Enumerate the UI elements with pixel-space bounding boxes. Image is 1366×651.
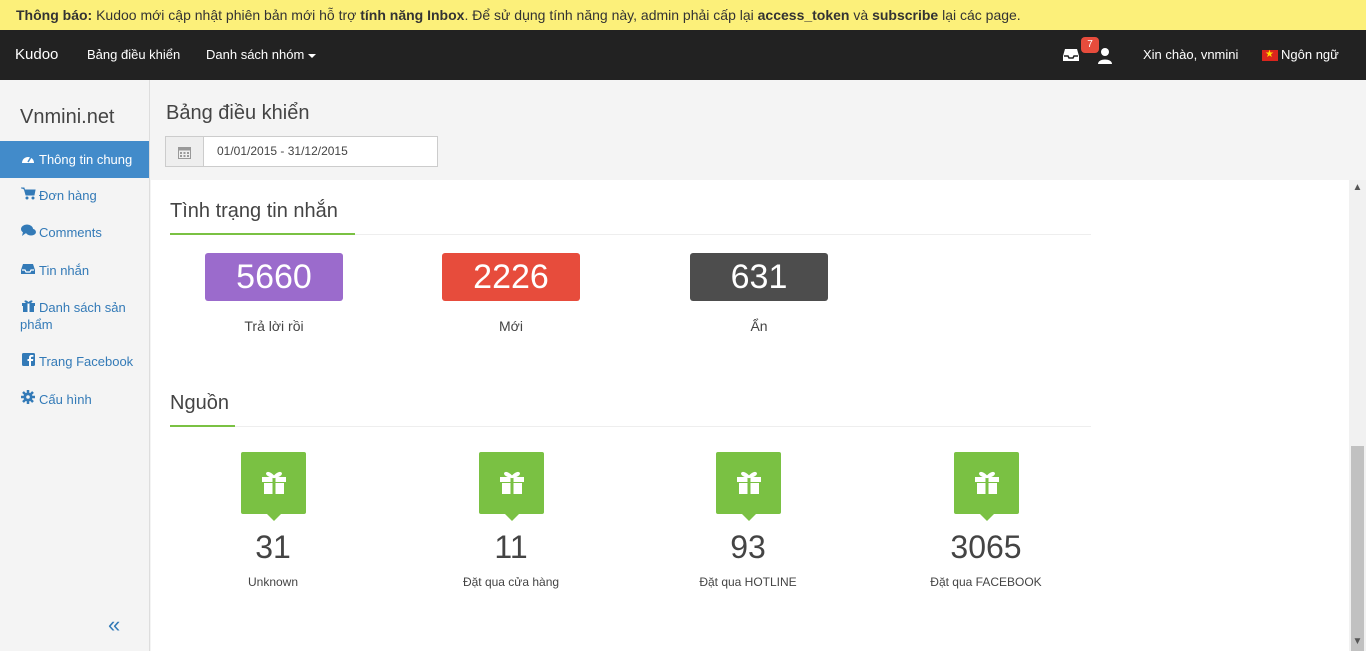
user-greeting[interactable]: Xin chào, vnmini xyxy=(1143,30,1238,80)
source-facebook-label: Đặt qua FACEBOOK xyxy=(930,575,1042,589)
stat-new-label: Mới xyxy=(499,318,523,334)
notice-text-2: . Để sử dụng tính năng này, admin phải c… xyxy=(464,7,758,23)
nav-groups-label: Danh sách nhóm xyxy=(206,47,305,62)
scroll-up-icon[interactable]: ▲ xyxy=(1349,182,1366,193)
notice-prefix: Thông báo: xyxy=(16,7,93,23)
source-hotline-label: Đặt qua HOTLINE xyxy=(699,575,797,589)
source-store-value: 11 xyxy=(494,529,528,565)
user-icon[interactable] xyxy=(1097,47,1113,65)
sidebar-item-products[interactable]: Danh sách sản phẩm xyxy=(0,299,149,333)
stat-replied-label: Trả lời rồi xyxy=(244,318,304,334)
inbox-icon[interactable] xyxy=(1062,47,1080,63)
notice-bar: Thông báo: Kudoo mới cập nhật phiên bản … xyxy=(0,0,1366,30)
gift-icon xyxy=(241,452,306,521)
right-gutter xyxy=(1349,80,1366,180)
stat-hidden-box: 631 xyxy=(690,253,828,301)
source-facebook-value: 3065 xyxy=(950,529,1022,565)
sidebar-item-label: Tin nhắn xyxy=(39,263,90,278)
nav-groups-dropdown[interactable]: Danh sách nhóm xyxy=(206,30,317,80)
sidebar-item-orders[interactable]: Đơn hàng xyxy=(0,187,149,204)
stat-new-box: 2226 xyxy=(442,253,580,301)
sidebar-item-overview[interactable]: Thông tin chung xyxy=(0,141,149,178)
sidebar-item-facebook[interactable]: Trang Facebook xyxy=(0,353,149,370)
nav-dashboard-link[interactable]: Bảng điều khiển xyxy=(87,30,180,80)
source-store-label: Đặt qua cửa hàng xyxy=(462,575,560,589)
section-underline xyxy=(170,233,355,235)
gift-icon xyxy=(479,452,544,521)
date-range-picker[interactable]: 01/01/2015 - 31/12/2015 xyxy=(165,136,438,167)
calendar-icon[interactable] xyxy=(166,137,204,166)
sidebar-item-messages[interactable]: Tin nhắn xyxy=(0,262,149,279)
sidebar: Vnmini.net Thông tin chung Đơn hàng Comm… xyxy=(0,80,150,651)
messages-section-title: Tình trạng tin nhắn xyxy=(170,200,338,222)
notice-text-4: lại các page. xyxy=(938,7,1021,23)
source-unknown-label: Unknown xyxy=(247,575,299,589)
notice-text-1: Kudoo mới cập nhật phiên bản mới hỗ trợ xyxy=(92,7,361,23)
notice-feature: tính năng Inbox xyxy=(360,7,465,23)
scrollbar-thumb[interactable] xyxy=(1351,446,1364,651)
vertical-scrollbar[interactable]: ▲ ▼ xyxy=(1349,180,1366,651)
content-panel: Tình trạng tin nhắn 5660 Trả lời rồi 222… xyxy=(151,180,1349,651)
language-menu[interactable]: Ngôn ngữ xyxy=(1262,30,1339,80)
sidebar-item-label: Comments xyxy=(39,225,102,240)
collapse-sidebar-icon[interactable]: « xyxy=(108,614,120,636)
notice-token: access_token xyxy=(757,7,850,23)
top-navbar: Kudoo Bảng điều khiển Danh sách nhóm Xin… xyxy=(0,30,1366,80)
notice-text-3: và xyxy=(849,7,873,23)
section-divider xyxy=(170,426,1091,427)
sources-section-title: Nguồn xyxy=(170,392,229,414)
source-unknown-value: 31 xyxy=(255,529,291,565)
brand-link[interactable]: Kudoo xyxy=(15,30,58,80)
inbox-icon xyxy=(20,262,36,279)
scroll-down-icon[interactable]: ▼ xyxy=(1349,636,1366,647)
cart-icon xyxy=(20,187,36,204)
gift-icon xyxy=(20,299,36,316)
sidebar-item-label: Thông tin chung xyxy=(39,152,133,167)
gift-icon xyxy=(954,452,1019,521)
site-name: Vnmini.net xyxy=(20,106,115,128)
sidebar-item-label: Đơn hàng xyxy=(39,188,97,203)
facebook-icon xyxy=(20,353,36,370)
stat-hidden-label: Ẩn xyxy=(750,318,768,334)
section-underline xyxy=(170,425,235,427)
chevron-down-icon xyxy=(308,53,317,58)
sidebar-item-settings[interactable]: Cấu hình xyxy=(0,390,149,408)
stat-replied-box: 5660 xyxy=(205,253,343,301)
date-range-value: 01/01/2015 - 31/12/2015 xyxy=(217,144,348,158)
vietnam-flag-icon xyxy=(1262,47,1278,63)
sidebar-item-label: Trang Facebook xyxy=(39,354,134,369)
sidebar-item-comments[interactable]: Comments xyxy=(0,224,149,241)
language-label: Ngôn ngữ xyxy=(1281,47,1339,62)
sidebar-item-label: Cấu hình xyxy=(39,392,92,407)
dashboard-icon xyxy=(20,141,36,178)
notice-subscribe: subscribe xyxy=(872,7,939,23)
source-hotline-value: 93 xyxy=(730,529,766,565)
comments-icon xyxy=(20,224,36,241)
gear-icon xyxy=(20,390,36,408)
page-title: Bảng điều khiển xyxy=(166,102,310,124)
gift-icon xyxy=(716,452,781,521)
